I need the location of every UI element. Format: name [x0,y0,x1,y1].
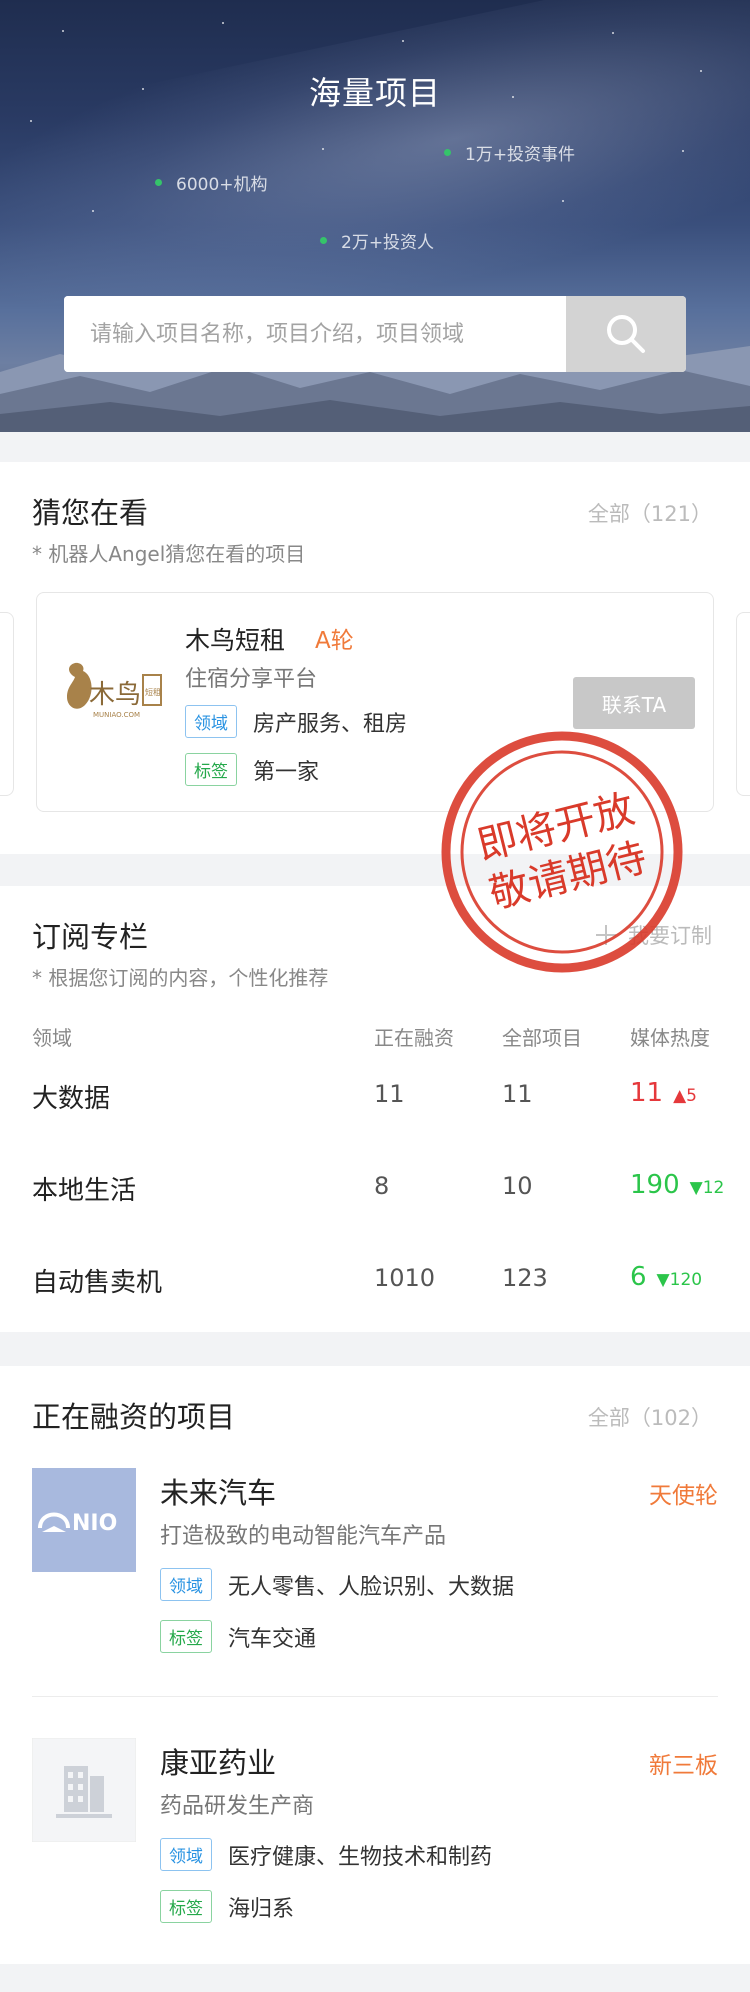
search-icon [607,315,645,353]
heat-delta-value: 5 [686,1086,697,1106]
stat-label: 6000+机构 [176,175,268,195]
section-title: 猜您在看 [32,496,149,530]
row-financing: 11 [374,1080,405,1108]
section-subtitle: * 机器人Angel猜您在看的项目 [32,542,306,566]
field-tag: 领域 [160,1838,212,1871]
section-subtitle: * 根据您订阅的内容，个性化推荐 [32,966,329,990]
column-header: 媒体热度 [630,1026,710,1050]
next-card-peek[interactable] [736,612,750,796]
heat-value: 11 [630,1078,664,1108]
project-desc: 住宿分享平台 [185,667,318,692]
logo-subtext: MUNIAO.COM [93,711,140,719]
stat-investment-events: 1万+投资事件 [444,140,575,165]
coming-soon-stamp: 即将开放 敬请期待 [441,731,683,973]
label-row: 标签 汽车交通 [160,1620,316,1653]
row-field: 自动售卖机 [32,1268,163,1298]
search-bar [64,296,686,372]
row-financing: 8 [374,1172,390,1200]
muniao-logo: 木鸟 短租 MUNIAO.COM [67,662,162,719]
green-dot-icon [155,179,162,186]
financing-section: 正在融资的项目 全部（102） NIO 未来汽车 天使轮 打造极致的电动智能汽车… [0,1366,750,1964]
column-header: 领域 [32,1026,72,1050]
project-desc: 药品研发生产商 [160,1794,315,1819]
section-title: 正在融资的项目 [32,1400,236,1434]
row-heat: 190 ▼12 [630,1170,724,1200]
view-all-link[interactable]: 全部（121） [588,498,712,528]
logo-text: NIO [72,1511,117,1536]
project-name: 康亚药业 [160,1746,277,1780]
section-title: 订阅专栏 [32,920,149,954]
project-desc: 打造极致的电动智能汽车产品 [160,1524,447,1549]
view-all-link[interactable]: 全部（102） [588,1402,712,1432]
stat-investors: 2万+投资人 [320,228,434,253]
field-row: 领域 房产服务、租房 [185,705,407,738]
label-value: 汽车交通 [228,1626,317,1652]
field-tag: 领域 [160,1568,212,1601]
stat-institutions: 6000+机构 [155,170,268,195]
nio-logo: NIO [32,1468,136,1572]
label-tag: 标签 [160,1620,212,1653]
row-heat: 6 ▼120 [630,1262,702,1292]
field-value: 医疗健康、生物技术和制药 [228,1844,493,1870]
hero-title: 海量项目 [308,74,441,112]
row-field: 大数据 [32,1084,111,1114]
logo-box-text: 短租 [145,687,161,697]
column-header: 正在融资 [374,1026,454,1050]
triangle-down-icon: ▼ [656,1270,670,1290]
row-total: 123 [502,1264,548,1292]
heat-delta-value: 12 [702,1178,725,1198]
hero-banner: 海量项目 1万+投资事件 6000+机构 2万+投资人 [0,0,750,432]
search-button[interactable] [566,296,686,372]
column-header: 全部项目 [502,1026,582,1050]
field-value: 无人零售、人脸识别、大数据 [228,1574,515,1600]
prev-card-peek[interactable] [0,612,14,796]
row-total: 11 [502,1080,533,1108]
heat-value: 6 [630,1262,647,1292]
logo-text: 木鸟 [89,680,141,710]
heat-delta: ▼12 [690,1178,725,1198]
heat-delta: ▼120 [657,1270,703,1290]
heat-delta-value: 120 [669,1270,703,1290]
field-row: 领域 无人零售、人脸识别、大数据 [160,1568,514,1601]
field-row: 领域 医疗健康、生物技术和制药 [160,1838,492,1871]
project-name: 木鸟短租 [185,626,286,655]
field-value: 房产服务、租房 [253,711,408,737]
funding-round: 新三板 [649,1753,718,1779]
funding-round: A轮 [315,628,354,654]
row-field: 本地生活 [32,1176,137,1206]
field-tag: 领域 [185,705,237,738]
triangle-up-icon: ▲ [673,1086,687,1106]
triangle-down-icon: ▼ [689,1178,703,1198]
stat-label: 1万+投资事件 [465,145,576,165]
green-dot-icon [320,237,327,244]
row-heat: 11 ▲5 [630,1078,697,1108]
label-tag: 标签 [185,753,237,786]
row-financing: 1010 [374,1264,436,1292]
label-row: 标签 第一家 [185,753,319,786]
row-total: 10 [502,1172,533,1200]
search-input[interactable] [64,296,566,372]
divider [32,1696,718,1697]
label-row: 标签 海归系 [160,1890,294,1923]
heat-value: 190 [630,1170,680,1200]
contact-button[interactable]: 联系TA [573,677,695,729]
project-name: 未来汽车 [160,1476,277,1510]
label-value: 海归系 [228,1896,295,1922]
green-dot-icon [444,149,451,156]
label-tag: 标签 [160,1890,212,1923]
funding-round: 天使轮 [649,1483,718,1509]
stat-label: 2万+投资人 [341,233,435,253]
building-icon [32,1738,136,1842]
label-value: 第一家 [253,759,320,785]
heat-delta: ▲5 [673,1086,697,1106]
